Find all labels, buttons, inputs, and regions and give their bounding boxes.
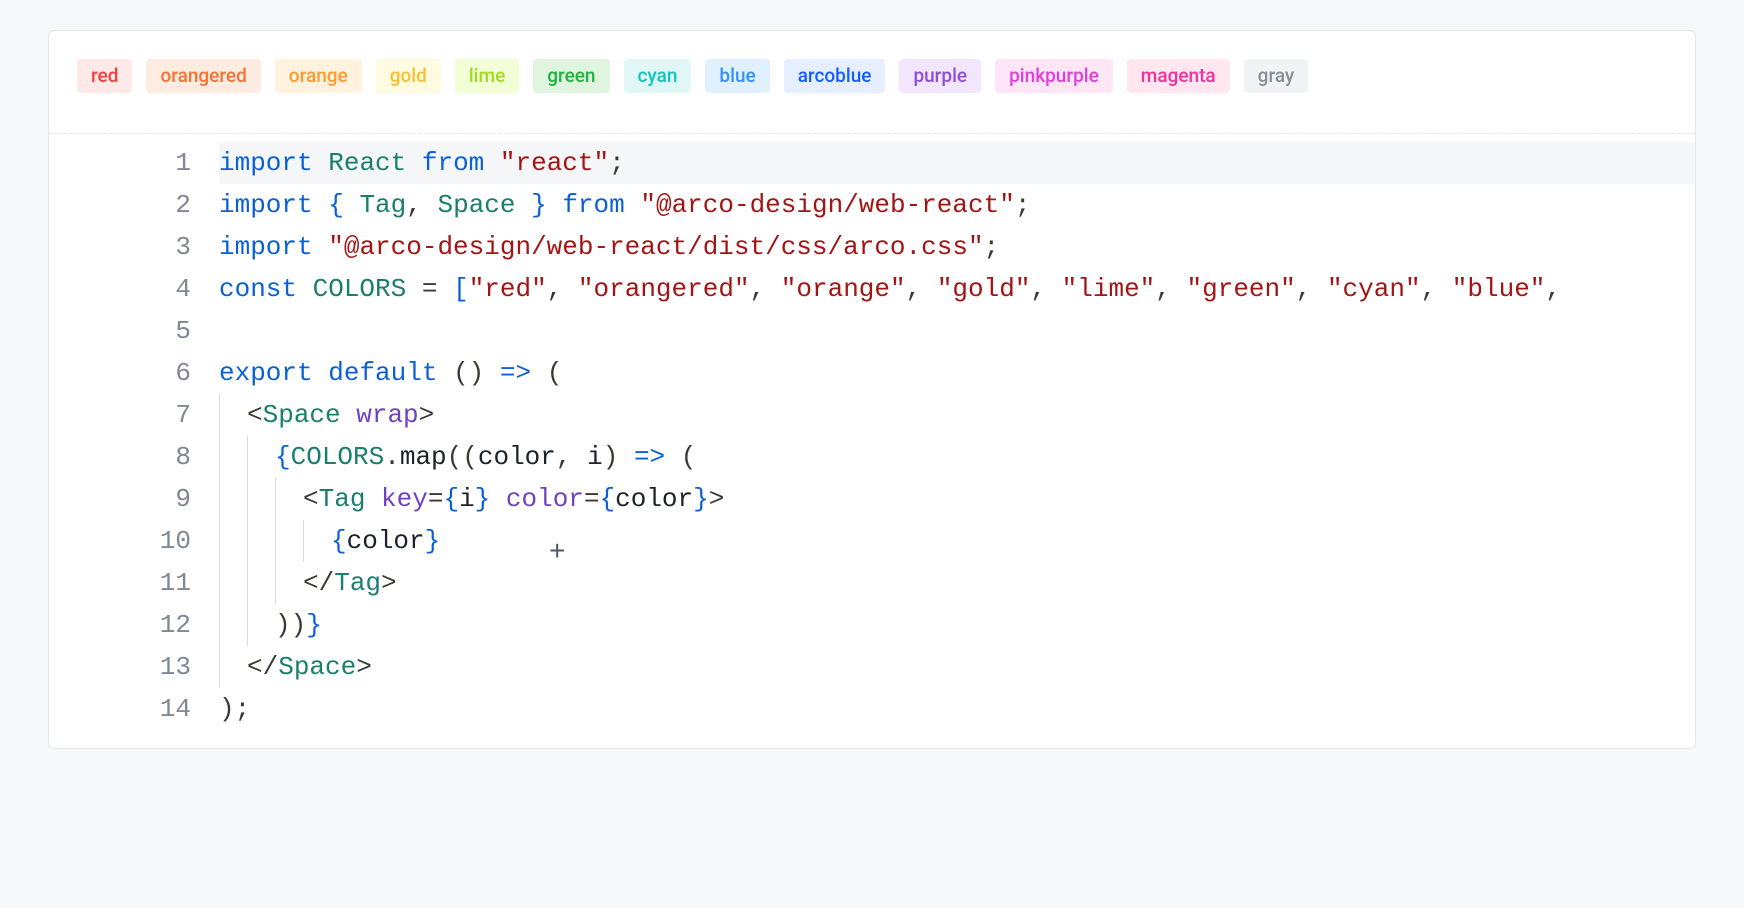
- tag-gold[interactable]: gold: [376, 59, 441, 93]
- tag-magenta[interactable]: magenta: [1127, 59, 1230, 93]
- preview-pane: red orangered orange gold lime green cyan bluea…: [49, 31, 1695, 134]
- tag-purple[interactable]: purple: [899, 59, 981, 93]
- cursor-plus-icon: +: [549, 530, 565, 572]
- code-editor[interactable]: 1234567891011121314 import React from "r…: [49, 134, 1695, 748]
- line-number: 11: [49, 562, 191, 604]
- line-number: 2: [49, 184, 191, 226]
- line-number: 10: [49, 520, 191, 562]
- line-number: 8: [49, 436, 191, 478]
- code-line-8[interactable]: {COLORS.map((color, i) => (: [219, 436, 1695, 478]
- line-number: 9: [49, 478, 191, 520]
- line-number: 4: [49, 268, 191, 310]
- line-number: 14: [49, 688, 191, 730]
- line-number: 3: [49, 226, 191, 268]
- tag-red[interactable]: red: [77, 59, 132, 93]
- code-line-1[interactable]: import React from "react";: [219, 142, 1695, 184]
- code-line-10[interactable]: {color}: [219, 520, 1695, 562]
- code-line-2[interactable]: import { Tag, Space } from "@arco-design…: [219, 184, 1695, 226]
- line-gutter: 1234567891011121314: [49, 142, 219, 730]
- code-line-4[interactable]: const COLORS = ["red", "orangered", "ora…: [219, 268, 1695, 310]
- line-number: 13: [49, 646, 191, 688]
- tags-container: red orangered orange gold lime green cyan bluea…: [77, 59, 1667, 93]
- line-number: 1: [49, 142, 191, 184]
- tag-arcoblue[interactable]: arcoblue: [784, 59, 886, 93]
- line-number: 5: [49, 310, 191, 352]
- code-line-12[interactable]: ))}: [219, 604, 1695, 646]
- page-root: red orangered orange gold lime green cyan bluea…: [0, 0, 1744, 779]
- code-line-5[interactable]: [219, 310, 1695, 352]
- code-line-3[interactable]: import "@arco-design/web-react/dist/css/…: [219, 226, 1695, 268]
- code-line-6[interactable]: export default () => (: [219, 352, 1695, 394]
- demo-card: red orangered orange gold lime green cyan bluea…: [48, 30, 1696, 749]
- tag-orangered[interactable]: orangered: [146, 59, 260, 93]
- tag-green[interactable]: green: [533, 59, 609, 93]
- line-number: 12: [49, 604, 191, 646]
- code-line-9[interactable]: <Tag key={i} color={color}>: [219, 478, 1695, 520]
- line-number: 6: [49, 352, 191, 394]
- tag-pinkpurple[interactable]: pinkpurple: [995, 59, 1113, 93]
- tag-gray[interactable]: gray: [1244, 59, 1309, 93]
- tag-blue[interactable]: blue: [705, 59, 769, 93]
- line-number: 7: [49, 394, 191, 436]
- tag-cyan[interactable]: cyan: [624, 59, 692, 93]
- code-line-13[interactable]: </Space>: [219, 646, 1695, 688]
- code-line-11[interactable]: </Tag>: [219, 562, 1695, 604]
- code-line-14[interactable]: );: [219, 688, 1695, 730]
- tag-orange[interactable]: orange: [275, 59, 362, 93]
- tag-lime[interactable]: lime: [455, 59, 519, 93]
- code-line-7[interactable]: <Space wrap>: [219, 394, 1695, 436]
- code-content[interactable]: import React from "react";import { Tag, …: [219, 142, 1695, 730]
